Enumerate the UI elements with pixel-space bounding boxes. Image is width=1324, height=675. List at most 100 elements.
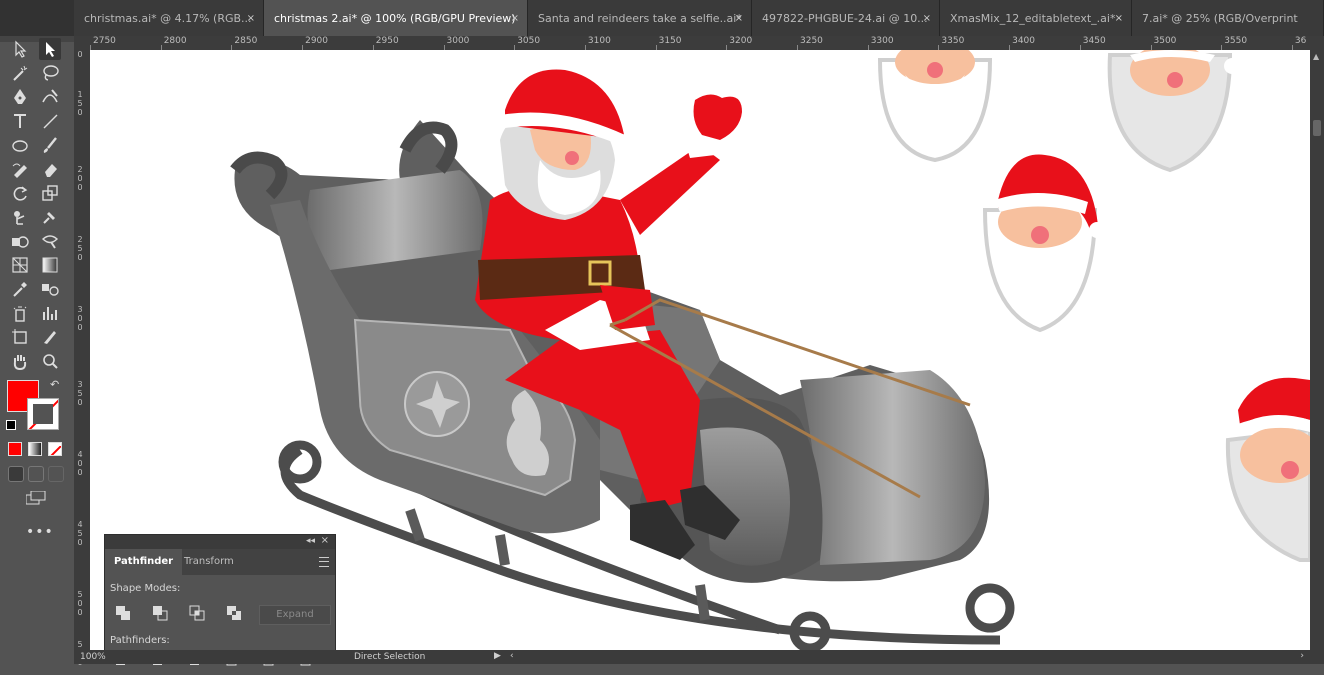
fill-color-mode-button[interactable] (8, 442, 22, 456)
expand-button[interactable]: Expand (259, 605, 331, 625)
minus-front-button[interactable] (152, 605, 168, 621)
artboard-icon[interactable] (9, 326, 31, 348)
ruler-tick-label: 3300 (870, 36, 894, 46)
close-icon[interactable]: × (1115, 0, 1123, 36)
scrollbar-thumb[interactable] (1313, 120, 1321, 136)
scale-icon[interactable] (39, 182, 61, 204)
ruler-tick-label: 2850 (234, 36, 258, 46)
close-icon[interactable]: × (511, 0, 519, 36)
tab-christmas-2[interactable]: christmas 2.ai* @ 100% (RGB/GPU Preview)… (264, 0, 528, 36)
ruler-tick-label: 36 (1294, 36, 1307, 46)
ruler-origin[interactable] (74, 36, 90, 50)
tab-pathfinder[interactable]: Pathfinder (105, 549, 183, 575)
blend-icon[interactable] (39, 278, 61, 300)
tab-7[interactable]: 7.ai* @ 25% (RGB/Overprint (1132, 0, 1324, 36)
ruler-tick-label: 2800 (163, 36, 187, 46)
draw-normal-icon[interactable] (8, 466, 24, 482)
horizontal-ruler[interactable]: 2750 2800 2850 2900 2950 3000 3050 3100 3150 3200… (90, 36, 1324, 50)
magic-wand-icon[interactable] (9, 62, 31, 84)
santa-head-middle (982, 154, 1105, 333)
tab-label: Santa and reindeers take a selfie..ai* (538, 12, 741, 25)
tab-label: 497822-PHGBUE-24.ai @ 10... (762, 12, 928, 25)
symbol-sprayer-icon[interactable] (9, 302, 31, 324)
status-menu-arrow-icon[interactable]: ▶ (494, 651, 501, 661)
ruler-tick-label: 2 5 0 (77, 235, 83, 262)
screen-mode-icon[interactable] (25, 490, 46, 505)
ruler-tick-label: 3000 (446, 36, 470, 46)
zoom-level[interactable]: 100% (80, 652, 106, 662)
gradient-icon[interactable] (39, 254, 61, 276)
panel-header[interactable]: ◂◂ × (105, 535, 335, 549)
close-icon[interactable]: × (923, 0, 931, 36)
eraser-icon[interactable] (39, 158, 61, 180)
puppet-warp-icon[interactable] (9, 206, 31, 228)
ruler-tick-label: 3150 (658, 36, 682, 46)
default-fill-stroke-icon[interactable] (6, 420, 16, 430)
ruler-tick-label: 2750 (93, 36, 116, 46)
eyedropper-icon[interactable] (9, 278, 31, 300)
paintbrush-icon[interactable] (39, 134, 61, 156)
tab-transform[interactable]: Transform (175, 549, 243, 575)
column-graph-icon[interactable] (39, 302, 61, 324)
ellipse-icon[interactable] (9, 134, 31, 156)
swap-fill-stroke-icon[interactable]: ↶ (50, 378, 59, 391)
live-paint-icon[interactable] (39, 230, 61, 252)
pen-icon[interactable] (9, 86, 31, 108)
tab-label: christmas 2.ai* @ 100% (RGB/GPU Preview) (274, 12, 516, 25)
current-tool-label[interactable]: Direct Selection (354, 652, 425, 662)
scroll-right-icon[interactable]: › (1300, 651, 1304, 661)
panel-menu-icon[interactable] (319, 557, 329, 567)
selection-tool-icon[interactable] (9, 38, 31, 60)
direct-selection-tool-icon[interactable] (39, 38, 61, 60)
ruler-tick-label: 3100 (587, 36, 611, 46)
vertical-scrollbar[interactable]: ▲ (1310, 50, 1324, 650)
close-icon[interactable]: × (247, 0, 255, 36)
gradient-mode-button[interactable] (28, 442, 42, 456)
intersect-button[interactable] (189, 605, 205, 621)
scroll-up-icon[interactable]: ▲ (1313, 52, 1319, 61)
santa-head-top-right (1107, 50, 1240, 173)
tab-label: XmasMix_12_editabletext_.ai* (950, 12, 1116, 25)
lasso-icon[interactable] (39, 62, 61, 84)
rotate-icon[interactable] (9, 182, 31, 204)
ruler-tick-label: 3 5 0 (77, 380, 83, 407)
zoom-icon[interactable] (39, 350, 61, 372)
tab-santa-reindeers[interactable]: Santa and reindeers take a selfie..ai* × (528, 0, 752, 36)
shape-modes-label: Shape Modes: (110, 583, 181, 594)
line-icon[interactable] (39, 110, 61, 132)
shaper-icon[interactable] (9, 158, 31, 180)
vertical-ruler[interactable]: 0 1 5 0 2 0 0 2 5 0 3 0 0 3 5 0 4 0 0 4 5 0 5 0 … (74, 36, 90, 667)
santa-head-top-left (877, 50, 993, 163)
ruler-tick-label: 5 0 0 (77, 590, 83, 617)
none-mode-button[interactable] (48, 442, 62, 456)
scroll-left-icon[interactable]: ‹ (510, 651, 514, 661)
draw-inside-icon[interactable] (48, 466, 64, 482)
hand-icon[interactable] (9, 350, 31, 372)
shape-builder-icon[interactable] (9, 230, 31, 252)
document-tab-bar: christmas.ai* @ 4.17% (RGB... × christmas… (0, 0, 1324, 36)
close-panel-icon[interactable]: × (321, 535, 329, 546)
close-icon[interactable]: × (735, 0, 743, 36)
status-bar: 100% Direct Selection ▶ ‹ › (74, 650, 1324, 664)
ruler-tick-label: 2950 (375, 36, 399, 46)
curvature-icon[interactable] (39, 86, 61, 108)
type-icon[interactable] (9, 110, 31, 132)
draw-behind-icon[interactable] (28, 466, 44, 482)
tab-label: christmas.ai* @ 4.17% (RGB... (84, 12, 252, 25)
unite-button[interactable] (115, 605, 131, 621)
pathfinders-label: Pathfinders: (110, 635, 170, 646)
ruler-tick-label: 3250 (800, 36, 823, 46)
ruler-tick-label: 3200 (729, 36, 753, 46)
exclude-button[interactable] (226, 605, 242, 621)
stroke-swatch[interactable] (27, 398, 59, 430)
tab-christmas[interactable]: christmas.ai* @ 4.17% (RGB... × (74, 0, 264, 36)
tab-xmasmix[interactable]: XmasMix_12_editabletext_.ai* × (940, 0, 1132, 36)
collapse-panel-icon[interactable]: ◂◂ (306, 536, 315, 546)
tab-497822[interactable]: 497822-PHGBUE-24.ai @ 10... × (752, 0, 940, 36)
perspective-grid-icon[interactable] (9, 254, 31, 276)
ruler-tick-label: 4 0 0 (77, 450, 83, 477)
free-transform-icon[interactable] (39, 206, 61, 228)
slice-icon[interactable] (39, 326, 61, 348)
ruler-tick-label: 3500 (1153, 36, 1177, 46)
more-tools-icon[interactable]: ••• (26, 524, 54, 540)
